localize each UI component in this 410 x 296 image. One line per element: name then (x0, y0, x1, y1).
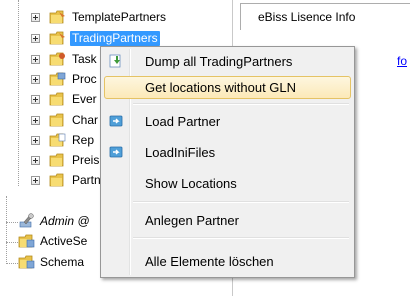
expand-icon[interactable] (31, 13, 40, 22)
expand-icon[interactable] (31, 75, 40, 84)
license-info-title: eBiss Lisence Info (258, 10, 356, 24)
tree-item-char[interactable]: Char (0, 111, 100, 131)
folder-icon (18, 255, 35, 269)
expand-icon[interactable] (31, 156, 40, 165)
info-link[interactable]: fo (397, 54, 407, 68)
tree-item-label: TradingPartners (70, 31, 160, 46)
expand-icon[interactable] (31, 95, 40, 104)
folder-icon (18, 234, 35, 248)
tree-item-label: Task (72, 52, 97, 66)
folder-icon (49, 52, 65, 66)
folder-icon (49, 92, 64, 106)
tree-item-label: TemplatePartners (72, 10, 167, 24)
expand-icon[interactable] (31, 34, 40, 43)
dump-icon (109, 54, 121, 68)
tree-item-label: ActiveSe (40, 234, 88, 248)
menu-item-label: Alle Elemente löschen (145, 254, 274, 269)
menu-item-dump-all-tradingpartners[interactable]: Dump all TradingPartners (104, 50, 351, 73)
tree-item-label: Rep (72, 133, 95, 147)
folder-icon (49, 133, 66, 147)
menu-item-alle-elemente-loeschen[interactable]: Alle Elemente löschen (104, 250, 351, 273)
tree-item-label: Char (72, 113, 99, 127)
tree-item-preis[interactable]: Preis (0, 151, 100, 171)
menu-item-load-partner[interactable]: Load Partner (104, 110, 351, 133)
menu-item-loadinifiles[interactable]: LoadIniFiles (104, 141, 351, 164)
expand-icon[interactable] (31, 55, 40, 64)
admin-tools-icon (19, 213, 34, 228)
menu-item-label: Dump all TradingPartners (145, 54, 293, 69)
menu-item-label: Load Partner (145, 114, 221, 129)
tree-item-events[interactable]: Ever (0, 90, 100, 110)
menu-item-label: LoadIniFiles (145, 145, 216, 160)
tree-item-label: Admin @ (40, 214, 90, 228)
folder-icon (49, 113, 64, 127)
menu-item-anlegen-partner[interactable]: Anlegen Partner (104, 209, 351, 232)
menu-separator (133, 237, 349, 239)
tree-item-label: Proc (72, 72, 97, 86)
expand-icon[interactable] (31, 136, 40, 145)
tree-item-label: Ever (72, 92, 97, 106)
tree-item-rep[interactable]: Rep (0, 131, 100, 151)
tree-item-activese[interactable]: ActiveSe (0, 232, 100, 252)
tree-item-templatepartners[interactable]: TemplatePartners (0, 8, 230, 28)
tree-item-label: Preis (72, 153, 100, 167)
load-icon (109, 115, 123, 127)
menu-item-get-locations-without-gln[interactable]: Get locations without GLN (104, 76, 351, 99)
menu-item-label: Get locations without GLN (145, 80, 297, 95)
context-menu: Dump all TradingPartners Get locations w… (100, 46, 355, 278)
tree-item-tasks[interactable]: Task (0, 50, 100, 70)
folder-icon (49, 31, 65, 45)
menu-item-show-locations[interactable]: Show Locations (104, 172, 351, 195)
expand-icon[interactable] (31, 176, 40, 185)
tree-item-schema[interactable]: Schema (0, 253, 100, 273)
tree-item-admin[interactable]: Admin @ (0, 212, 100, 232)
load-icon (109, 146, 123, 158)
tree-item-partn[interactable]: Partn (0, 171, 101, 191)
folder-icon (49, 72, 66, 86)
menu-separator (133, 103, 349, 105)
expand-icon[interactable] (31, 116, 40, 125)
tree-item-label: Schema (40, 255, 85, 269)
folder-icon (49, 153, 64, 167)
menu-item-label: Anlegen Partner (145, 213, 239, 228)
menu-item-label: Show Locations (145, 176, 237, 191)
folder-icon (49, 173, 64, 187)
menu-separator (133, 201, 349, 203)
tree-item-proc[interactable]: Proc (0, 70, 100, 90)
tree-item-label: Partn (72, 173, 101, 187)
folder-icon (49, 10, 65, 24)
